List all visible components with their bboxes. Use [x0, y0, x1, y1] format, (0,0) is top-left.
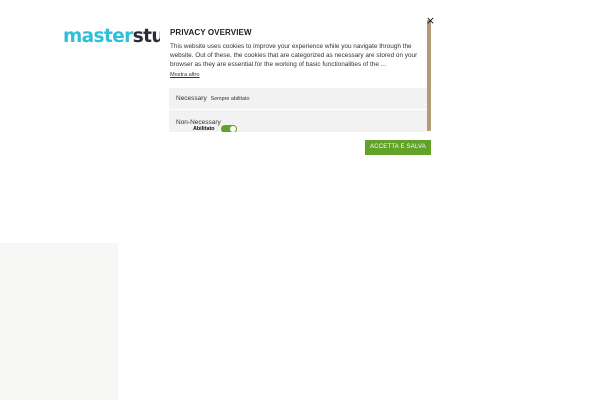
privacy-modal-content: PRIVACY OVERVIEW This website uses cooki…	[160, 20, 432, 132]
page: masterstudio PRIVACY OVERVIEW This websi…	[0, 0, 600, 400]
show-more-link[interactable]: Mostra altro	[170, 72, 200, 78]
non-necessary-toggle[interactable]	[221, 125, 237, 132]
logo-text-master: master	[63, 26, 133, 47]
modal-title: PRIVACY OVERVIEW	[170, 28, 252, 37]
modal-scrollbar[interactable]	[427, 20, 431, 131]
left-gray-panel	[0, 243, 118, 400]
logo-text-studio: studio	[132, 26, 160, 47]
category-necessary-status: Sempre abilitato	[210, 96, 250, 102]
modal-description: This website uses cookies to improve you…	[170, 43, 418, 68]
toggle-label: Abilitato	[193, 126, 215, 132]
category-necessary-label: Necessary Sempre abilitato	[176, 95, 250, 102]
site-logo[interactable]: masterstudio	[63, 26, 160, 48]
category-non-necessary[interactable]: Non-Necessary Abilitato	[169, 110, 427, 132]
close-icon[interactable]: ×	[425, 15, 436, 26]
category-necessary-name: Necessary	[176, 95, 207, 102]
toggle-knob	[230, 126, 236, 132]
accept-and-save-button[interactable]: ACCETTA E SALVA	[365, 140, 431, 155]
scrollbar-thumb[interactable]	[427, 20, 431, 131]
category-non-necessary-name: Non-Necessary	[176, 119, 221, 126]
category-necessary[interactable]: Necessary Sempre abilitato	[169, 88, 427, 109]
